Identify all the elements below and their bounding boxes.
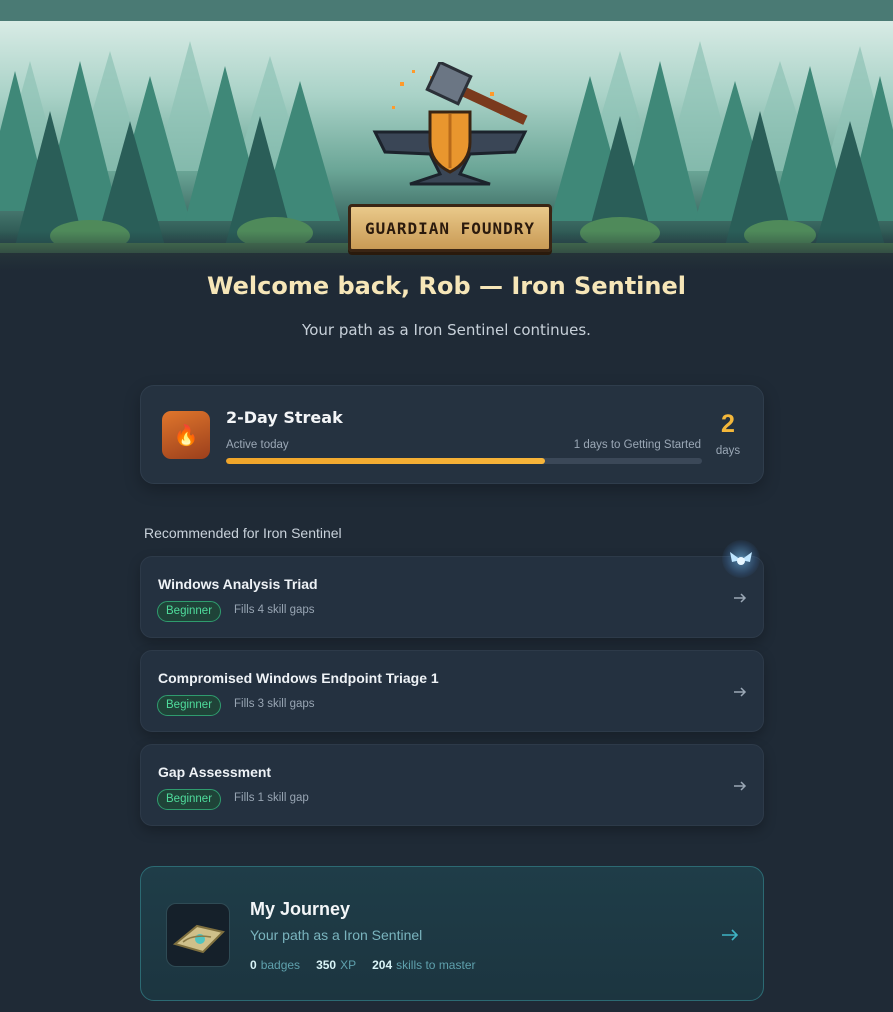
recommended-card-compromised-windows-endpoint-triage[interactable]: Compromised Windows Endpoint Triage 1 Be… <box>140 650 764 732</box>
level-badge: Beginner <box>157 789 222 810</box>
brand-banner: GUARDIAN FOUNDRY <box>348 204 552 252</box>
streak-title: 2-Day Streak <box>226 408 343 427</box>
xp-label: XP <box>340 958 357 972</box>
recommended-card-windows-analysis-triad[interactable]: Windows Analysis Triad Beginner Fills 4 … <box>140 556 764 638</box>
top-bar <box>0 0 893 21</box>
badges-count: 0 <box>250 958 257 972</box>
flame-icon: 🔥 <box>162 411 210 459</box>
arrow-right-icon[interactable] <box>733 591 747 605</box>
badges-label: badges <box>260 958 301 972</box>
level-badge: Beginner <box>157 695 222 716</box>
skills-label: skills to master <box>396 958 476 972</box>
anvil-hammer-icon <box>372 60 528 186</box>
recommended-card-gap-assessment[interactable]: Gap Assessment Beginner Fills 1 skill ga… <box>140 744 764 826</box>
streak-card: 🔥 2-Day Streak Active today 1 days to Ge… <box>140 385 764 484</box>
skills-count: 204 <box>372 958 393 972</box>
fairy-companion-icon[interactable] <box>722 540 760 578</box>
recommended-card-title: Windows Analysis Triad <box>158 576 318 592</box>
streak-goal: 1 days to Getting Started <box>573 439 701 451</box>
streak-progress-bar <box>226 458 702 464</box>
fairy-wings-icon <box>730 552 752 565</box>
recommended-card-title: Gap Assessment <box>158 764 272 780</box>
arrow-right-icon[interactable] <box>733 779 747 793</box>
guardian-foundry-logo: GUARDIAN FOUNDRY <box>340 60 560 258</box>
skill-gaps-text: Fills 1 skill gap <box>234 792 309 804</box>
recommended-heading: Recommended for Iron Sentinel <box>144 525 342 541</box>
streak-progress-fill <box>226 458 545 464</box>
page-title: Welcome back, Rob — Iron Sentinel <box>206 272 686 300</box>
streak-count: 2 <box>721 410 735 438</box>
journey-title: My Journey <box>250 899 351 919</box>
arrow-right-icon[interactable] <box>733 685 747 699</box>
recommended-card-title: Compromised Windows Endpoint Triage 1 <box>158 670 439 686</box>
level-badge: Beginner <box>157 601 222 622</box>
arrow-right-icon[interactable] <box>721 926 739 944</box>
page-subtitle: Your path as a Iron Sentinel continues. <box>302 321 591 339</box>
journey-subtitle: Your path as a Iron Sentinel <box>250 927 423 943</box>
xp-count: 350 <box>316 958 337 972</box>
streak-unit: days <box>715 445 741 457</box>
journey-stats: 0 badges 350 XP 204 skills to master <box>250 958 476 972</box>
journey-map-icon <box>166 903 230 967</box>
scroll-map-icon <box>172 924 225 954</box>
skill-gaps-text: Fills 4 skill gaps <box>234 604 315 616</box>
streak-status: Active today <box>226 439 289 451</box>
my-journey-card[interactable]: My Journey Your path as a Iron Sentinel … <box>140 866 764 1001</box>
skill-gaps-text: Fills 3 skill gaps <box>234 698 315 710</box>
